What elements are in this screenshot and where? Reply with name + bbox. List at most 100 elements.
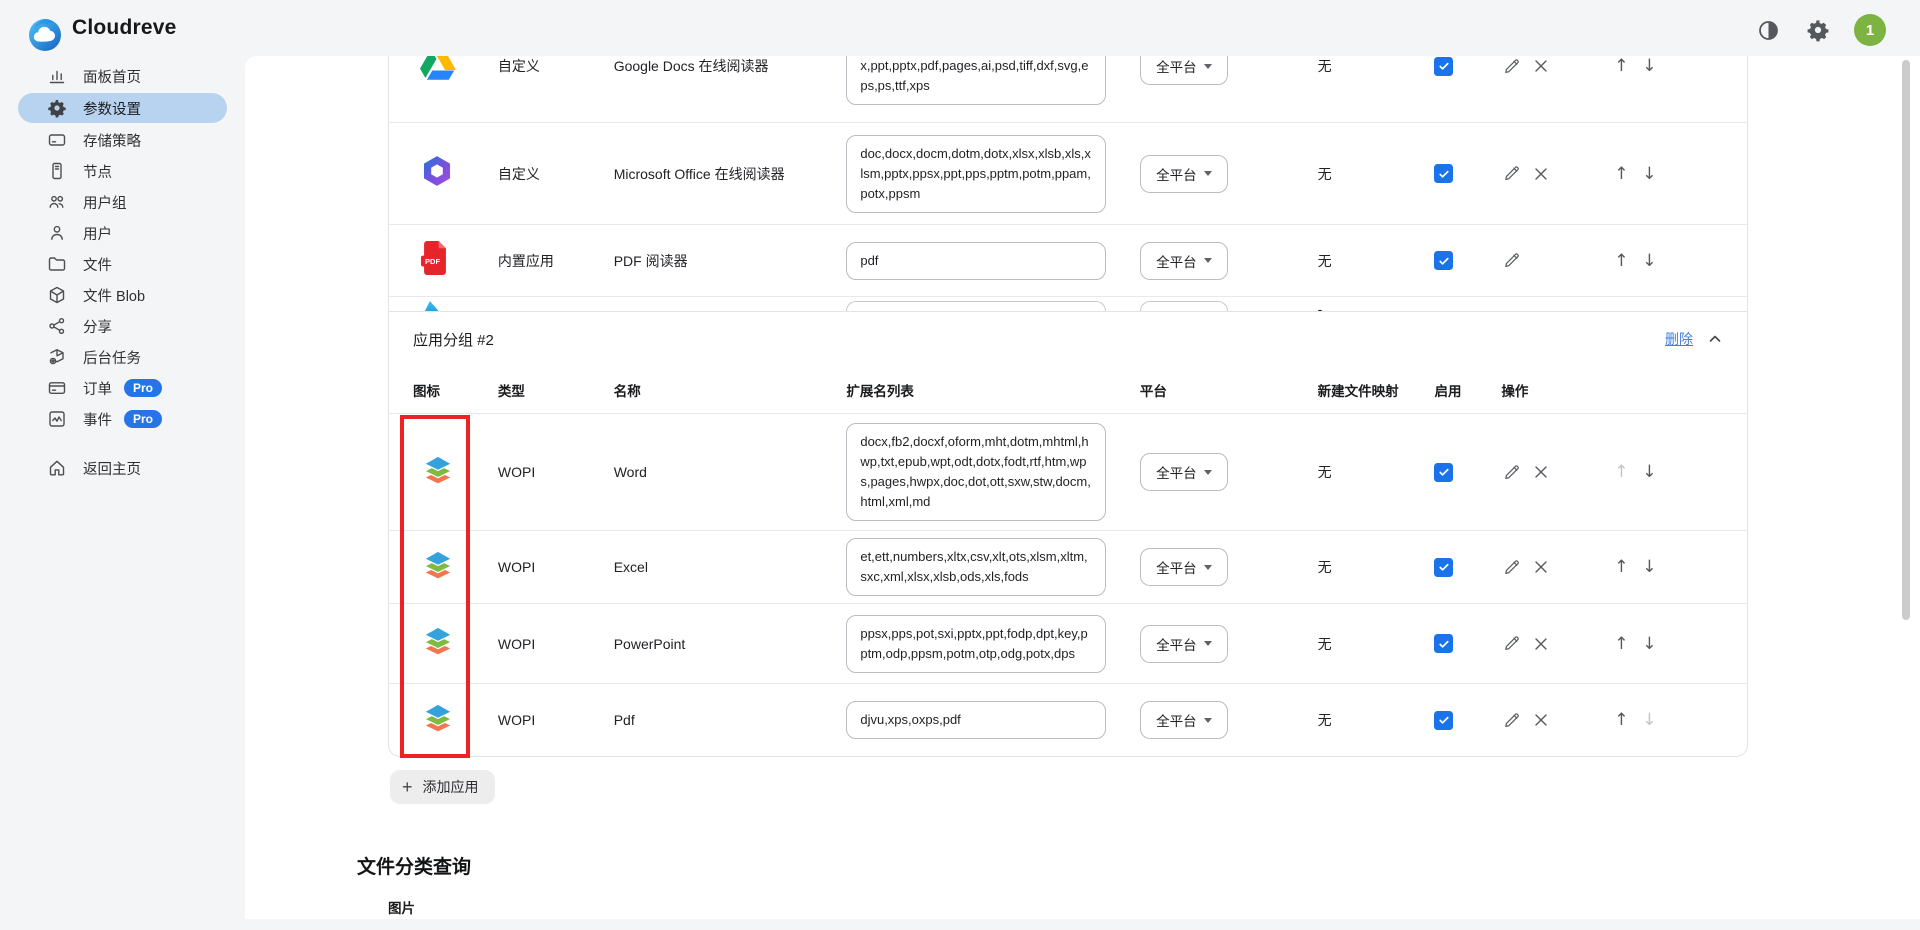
chevron-down-icon: [1204, 565, 1212, 570]
sidebar-item-label: 文件 Blob: [83, 285, 145, 306]
platform-select[interactable]: 全平台: [1140, 625, 1228, 663]
platform-select[interactable]: 全平台: [1140, 56, 1228, 85]
add-app-button[interactable]: + 添加应用: [390, 770, 495, 804]
sidebar-item-label: 参数设置: [83, 98, 141, 119]
sidebar-item-label: 面板首页: [83, 66, 141, 87]
delete-x-icon[interactable]: [1531, 56, 1551, 76]
extensions-input[interactable]: [846, 301, 1106, 311]
move-up-icon[interactable]: ↑: [1611, 557, 1631, 577]
edit-pencil-icon[interactable]: [1501, 557, 1521, 577]
enabled-checkbox[interactable]: [1434, 57, 1453, 76]
delete-x-icon[interactable]: [1531, 634, 1551, 654]
sidebar-item-orders[interactable]: 订单 Pro: [0, 373, 245, 403]
top-actions: 1: [1754, 14, 1886, 46]
table-row: WOPI Excel et,ett,numbers,xltx,csv,xlt,o…: [389, 530, 1747, 603]
enabled-checkbox[interactable]: [1434, 463, 1453, 482]
user-avatar[interactable]: 1: [1854, 14, 1886, 46]
delete-x-icon[interactable]: [1531, 710, 1551, 730]
chevron-down-icon: [1204, 171, 1212, 176]
table-header-row: 图标 类型 名称 扩展名列表 平台 新建文件映射 启用 操作: [389, 366, 1747, 414]
pdf-icon: PDF: [420, 241, 450, 280]
sidebar-item-back-home[interactable]: 返回主页: [0, 453, 245, 483]
move-up-icon[interactable]: ↑: [1611, 164, 1631, 184]
platform-select[interactable]: 全平台: [1140, 701, 1228, 739]
vertical-scrollbar[interactable]: [1902, 60, 1910, 620]
sidebar-item-file-blob[interactable]: 文件 Blob: [0, 280, 245, 310]
new-file-mapping: -: [1318, 301, 1435, 311]
sidebar-item-storage-policy[interactable]: 存储策略: [0, 125, 245, 155]
extensions-input[interactable]: htm,php,js,cpp,h,hpp,js,doc,docx,xls,xls…: [846, 56, 1106, 105]
edit-pencil-icon[interactable]: [1501, 634, 1521, 654]
extensions-input[interactable]: docx,fb2,docxf,oform,mht,dotm,mhtml,hwp,…: [846, 423, 1106, 521]
extensions-input[interactable]: pdf: [846, 242, 1106, 280]
plus-icon: +: [402, 778, 413, 796]
table-row: PDF 内置应用 PDF 阅读器 pdf 全平台 无 ↑↓: [389, 224, 1747, 296]
move-down-icon[interactable]: ↓: [1639, 462, 1659, 482]
app-type: 内置应用: [498, 251, 614, 271]
move-up-icon[interactable]: ↑: [1611, 251, 1631, 271]
move-up-icon[interactable]: ↑: [1611, 634, 1631, 654]
sidebar-item-label: 后台任务: [83, 347, 141, 368]
group-title: 应用分组 #2: [413, 329, 494, 350]
platform-select[interactable]: 全平台: [1140, 548, 1228, 586]
chevron-up-icon[interactable]: [1707, 331, 1723, 347]
enabled-checkbox[interactable]: [1434, 164, 1453, 183]
edit-pencil-icon[interactable]: [1501, 710, 1521, 730]
edit-pencil-icon[interactable]: [1501, 251, 1521, 271]
dark-mode-toggle-icon[interactable]: [1754, 16, 1782, 44]
extensions-input[interactable]: et,ett,numbers,xltx,csv,xlt,ots,xlsm,xlt…: [846, 538, 1106, 596]
app-type: WOPI: [498, 559, 614, 575]
sidebar-item-dashboard[interactable]: 面板首页: [0, 61, 245, 91]
enabled-checkbox[interactable]: [1434, 634, 1453, 653]
edit-pencil-icon[interactable]: [1501, 462, 1521, 482]
sidebar-item-events[interactable]: 事件 Pro: [0, 404, 245, 434]
enabled-checkbox[interactable]: [1434, 251, 1453, 270]
edit-pencil-icon[interactable]: [1501, 56, 1521, 76]
sidebar-item-shares[interactable]: 分享: [0, 311, 245, 341]
sidebar-item-nodes[interactable]: 节点: [0, 156, 245, 186]
new-file-mapping: 无: [1318, 251, 1435, 271]
move-down-icon[interactable]: ↓: [1639, 251, 1659, 271]
platform-select[interactable]: [1140, 301, 1228, 311]
extensions-input[interactable]: doc,docx,docm,dotm,dotx,xlsx,xlsb,xls,xl…: [846, 135, 1106, 213]
delete-x-icon[interactable]: [1531, 462, 1551, 482]
delete-group-link[interactable]: 删除: [1665, 329, 1693, 349]
app-name: Word: [614, 464, 847, 480]
google-drive-icon: [420, 56, 456, 85]
edit-pencil-icon[interactable]: [1501, 164, 1521, 184]
platform-select[interactable]: 全平台: [1140, 242, 1228, 280]
delete-x-icon[interactable]: [1531, 164, 1551, 184]
sidebar-item-files[interactable]: 文件: [0, 249, 245, 279]
sidebar-item-users[interactable]: 用户: [0, 218, 245, 248]
move-up-icon[interactable]: ↑: [1611, 56, 1631, 76]
extensions-input[interactable]: djvu,xps,oxps,pdf: [846, 701, 1106, 739]
move-down-icon[interactable]: ↓: [1639, 56, 1659, 76]
move-down-icon[interactable]: ↓: [1639, 710, 1659, 730]
enabled-checkbox[interactable]: [1434, 558, 1453, 577]
move-up-icon[interactable]: ↑: [1611, 462, 1631, 482]
move-down-icon[interactable]: ↓: [1639, 634, 1659, 654]
move-down-icon[interactable]: ↓: [1639, 164, 1659, 184]
delete-x-icon[interactable]: [1531, 557, 1551, 577]
move-up-icon[interactable]: ↑: [1611, 710, 1631, 730]
sidebar-item-background-tasks[interactable]: 后台任务: [0, 342, 245, 372]
col-header-icon: 图标: [413, 380, 498, 400]
col-header-actions: 操作: [1501, 380, 1723, 400]
wopi-layers-icon: [420, 700, 456, 741]
sidebar-item-user-groups[interactable]: 用户组: [0, 187, 245, 217]
platform-select[interactable]: 全平台: [1140, 155, 1228, 193]
col-header-name: 名称: [614, 380, 847, 400]
table-row: 自定义 Microsoft Office 在线阅读器 doc,docx,docm…: [389, 122, 1747, 224]
storage-icon: [47, 130, 67, 150]
settings-gear-icon[interactable]: [1804, 16, 1832, 44]
user-group-icon: [47, 192, 67, 212]
platform-select[interactable]: 全平台: [1140, 453, 1228, 491]
sidebar-item-label: 存储策略: [83, 130, 141, 151]
extensions-input[interactable]: ppsx,pps,pot,sxi,pptx,ppt,fodp,dpt,key,p…: [846, 615, 1106, 673]
sidebar-item-label: 用户组: [83, 192, 127, 213]
sidebar-item-settings[interactable]: 参数设置: [18, 93, 227, 123]
enabled-checkbox[interactable]: [1434, 711, 1453, 730]
move-down-icon[interactable]: ↓: [1639, 557, 1659, 577]
app-type: WOPI: [498, 636, 614, 652]
new-file-mapping: 无: [1318, 164, 1435, 184]
